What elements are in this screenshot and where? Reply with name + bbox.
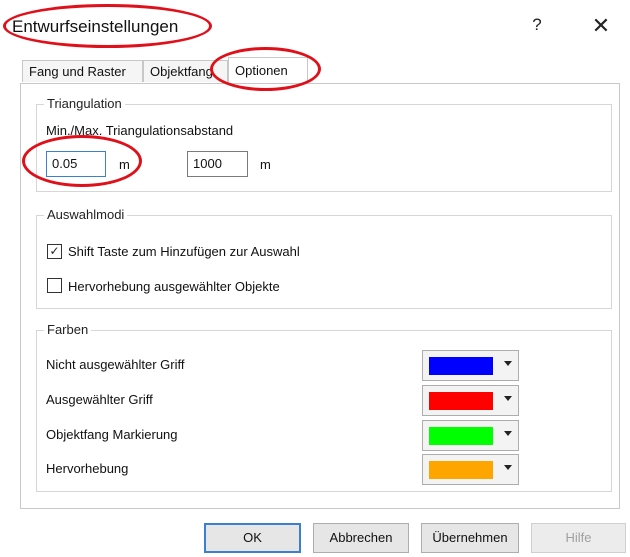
color-select-highlight[interactable]: [422, 454, 519, 485]
color-swatch: [429, 357, 493, 375]
annotation-circle-options-tab: [210, 47, 321, 91]
color-select-snap-marker[interactable]: [422, 420, 519, 451]
shift-add-checkbox[interactable]: ✓: [47, 244, 62, 259]
selection-modes-group: [36, 215, 612, 309]
shift-add-label[interactable]: Shift Taste zum Hinzufügen zur Auswahl: [68, 244, 300, 259]
close-icon[interactable]: ✕: [588, 13, 614, 41]
chevron-down-icon: [504, 361, 512, 366]
chevron-down-icon: [504, 465, 512, 470]
color-select-selected-grip[interactable]: [422, 385, 519, 416]
color-label-snap-marker: Objektfang Markierung: [46, 427, 178, 442]
selection-modes-legend: Auswahlmodi: [44, 207, 128, 222]
help-icon[interactable]: ?: [527, 15, 547, 39]
annotation-circle-min-input: [22, 135, 142, 187]
chevron-down-icon: [504, 431, 512, 436]
color-swatch: [429, 392, 493, 410]
color-swatch: [429, 427, 493, 445]
color-label-highlight: Hervorhebung: [46, 461, 129, 476]
help-button[interactable]: Hilfe: [531, 523, 626, 553]
max-distance-unit: m: [260, 157, 271, 172]
max-distance-input[interactable]: 1000: [187, 151, 248, 177]
color-swatch: [429, 461, 493, 479]
ok-button[interactable]: OK: [204, 523, 301, 553]
color-label-unselected-grip: Nicht ausgewählter Griff: [46, 357, 185, 372]
color-select-unselected-grip[interactable]: [422, 350, 519, 381]
color-label-selected-grip: Ausgewählter Griff: [46, 392, 153, 407]
triangulation-legend: Triangulation: [44, 96, 125, 111]
chevron-down-icon: [504, 396, 512, 401]
highlight-selected-label[interactable]: Hervorhebung ausgewählter Objekte: [68, 279, 280, 294]
apply-button[interactable]: Übernehmen: [421, 523, 519, 553]
cancel-button[interactable]: Abbrechen: [313, 523, 409, 553]
highlight-selected-checkbox[interactable]: [47, 278, 62, 293]
colors-legend: Farben: [44, 322, 92, 337]
annotation-circle-title: [3, 4, 212, 48]
tab-fang-und-raster[interactable]: Fang und Raster: [22, 60, 143, 82]
